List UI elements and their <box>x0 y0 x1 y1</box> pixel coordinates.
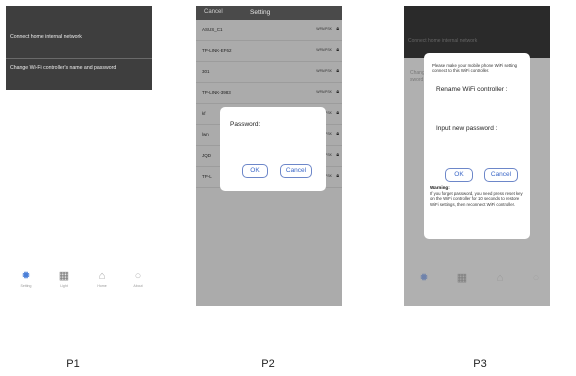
ok-button[interactable]: OK <box>445 168 473 182</box>
tab-about[interactable]: ○ <box>526 272 546 285</box>
ok-button[interactable]: OK <box>242 164 268 178</box>
gear-icon: ✹ <box>419 272 429 284</box>
lock-icon: 🔒︎ <box>336 152 339 158</box>
dimmed-header: Connect home internal network <box>404 6 550 58</box>
new-password-label: Input new password : <box>436 125 498 132</box>
house-icon: ⌂ <box>98 270 106 282</box>
tab-light[interactable]: ▦ <box>452 272 472 285</box>
network-row[interactable]: TP-LINK-3983 WPA/PSK 🔒︎ <box>196 83 342 104</box>
lock-icon: 🔒︎ <box>336 26 339 32</box>
tab-bar: ✹ ▦ ⌂ ○ <box>404 266 550 300</box>
dialog-note: Please make your mobile phone WiFi setti… <box>432 63 518 74</box>
warning-text: If you forget password, you need press r… <box>430 191 523 207</box>
network-security: WPA/PSK <box>316 69 332 73</box>
cancel-button[interactable]: Cancel <box>484 168 518 182</box>
tab-label: Home <box>97 284 107 288</box>
phone-screen-p2: Cancel Setting ASUS_C1 WPA/PSK 🔒︎ TP-LIN… <box>196 6 342 306</box>
grid-icon: ▦ <box>456 272 468 284</box>
lock-icon: 🔒︎ <box>336 110 339 116</box>
cancel-button[interactable]: Cancel <box>280 164 312 178</box>
dimmed-menu-fragment: Chang sword <box>410 70 425 83</box>
tab-bar: ✹ Setting ▦ Light ⌂ Home ○ About <box>6 264 152 298</box>
network-name: TP-LINK-EF62 <box>202 48 232 53</box>
lock-icon: 🔒︎ <box>336 131 339 137</box>
tab-light[interactable]: ▦ Light <box>54 270 74 288</box>
tab-setting[interactable]: ✹ <box>414 272 434 285</box>
settings-menu-panel: Connect home internal network Change Wi-… <box>6 6 152 90</box>
gear-icon: ✹ <box>21 270 31 282</box>
new-password-input[interactable] <box>436 136 520 158</box>
network-row[interactable]: ASUS_C1 WPA/PSK 🔒︎ <box>196 20 342 41</box>
phone-screen-p1: Connect home internal network Change Wi-… <box>6 6 152 306</box>
network-name: TP-LINK-3983 <box>202 90 231 95</box>
lock-icon: 🔒︎ <box>336 68 339 74</box>
lock-icon: 🔒︎ <box>336 47 339 53</box>
grid-icon: ▦ <box>58 270 70 282</box>
network-security: WPA/PSK <box>316 90 332 94</box>
tab-about[interactable]: ○ About <box>128 270 148 288</box>
caption-p3: P3 <box>473 358 487 370</box>
tab-setting[interactable]: ✹ Setting <box>16 270 36 288</box>
network-name: JQD <box>202 153 211 158</box>
menu-divider <box>6 58 152 59</box>
menu-item-connect-network[interactable]: Connect home internal network <box>10 34 146 41</box>
menu-item-connect-network: Connect home internal network <box>408 38 478 44</box>
tab-label: Setting <box>20 284 32 288</box>
rename-wifi-dialog: Please make your mobile phone WiFi setti… <box>424 53 530 239</box>
network-name: lwn <box>202 132 209 137</box>
phone-screen-p3: Connect home internal network Chang swor… <box>404 6 550 306</box>
network-name: 301 <box>202 69 210 74</box>
lock-icon: 🔒︎ <box>336 173 339 179</box>
network-row[interactable]: 301 WPA/PSK 🔒︎ <box>196 62 342 83</box>
menu-item-change-wifi[interactable]: Change Wi-Fi controller's name and passw… <box>10 65 146 72</box>
tab-label: Light <box>60 284 68 288</box>
lock-icon: 🔒︎ <box>336 89 339 95</box>
circle-icon: ○ <box>532 272 540 284</box>
network-security: WPA/PSK <box>316 27 332 31</box>
cancel-link[interactable]: Cancel <box>204 9 223 15</box>
caption-p2: P2 <box>261 358 275 370</box>
page-title: Setting <box>250 9 271 16</box>
circle-icon: ○ <box>134 270 142 282</box>
house-icon: ⌂ <box>496 272 504 284</box>
network-name: TP-L <box>202 174 212 179</box>
rename-input[interactable] <box>436 97 520 119</box>
network-row[interactable]: TP-LINK-EF62 WPA/PSK 🔒︎ <box>196 41 342 62</box>
password-input[interactable] <box>230 135 316 151</box>
password-dialog: Password: OK Cancel <box>220 107 326 191</box>
warning-title: Warning: <box>430 185 450 190</box>
network-security: WPA/PSK <box>316 48 332 52</box>
caption-p1: P1 <box>66 358 80 370</box>
tab-home[interactable]: ⌂ <box>490 272 510 285</box>
rename-label: Rename WiFi controller : <box>436 86 508 93</box>
network-name: kf <box>202 111 206 116</box>
tab-label: About <box>133 284 143 288</box>
network-name: ASUS_C1 <box>202 27 223 32</box>
password-label: Password: <box>230 121 261 128</box>
nav-header: Cancel Setting <box>196 6 342 20</box>
tab-home[interactable]: ⌂ Home <box>92 270 112 288</box>
